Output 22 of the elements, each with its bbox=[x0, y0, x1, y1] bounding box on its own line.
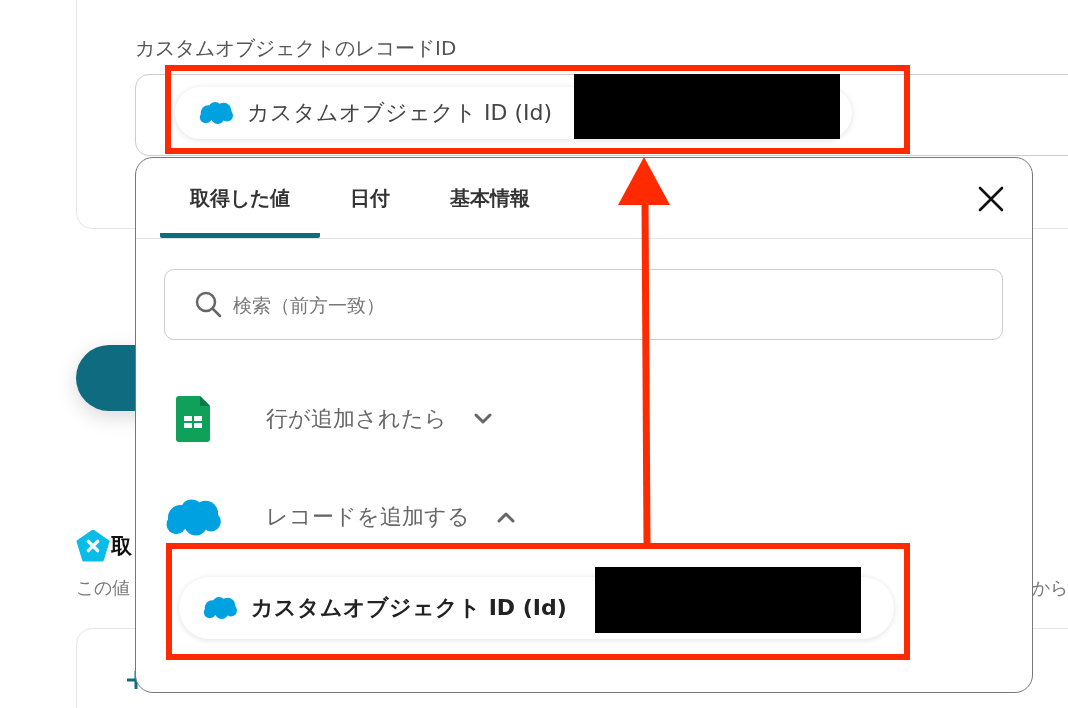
variable-icon bbox=[76, 530, 110, 562]
chevron-down-icon[interactable] bbox=[473, 413, 493, 425]
group-label[interactable]: 行が追加されたら bbox=[266, 404, 447, 434]
tab[interactable]: 基本情報 bbox=[420, 158, 560, 238]
search-field[interactable]: 検索（前方一致） bbox=[164, 269, 1003, 340]
description-text: から bbox=[1032, 576, 1068, 600]
record-id-field[interactable]: カスタムオブジェクト ID (Id) bbox=[135, 74, 1068, 156]
description-text: この値 bbox=[76, 576, 130, 600]
chip-label: カスタムオブジェクト ID (Id) bbox=[247, 99, 553, 127]
tab[interactable]: 取得した値 bbox=[160, 158, 320, 238]
tab[interactable]: 日付 bbox=[320, 158, 420, 238]
chevron-up-icon[interactable] bbox=[496, 511, 516, 523]
group-label[interactable]: レコードを追加する bbox=[266, 502, 470, 532]
search-icon bbox=[194, 290, 222, 318]
cloud-icon bbox=[203, 596, 237, 620]
section-heading: 取 bbox=[111, 535, 132, 557]
cloud-icon bbox=[165, 497, 221, 537]
field-label: カスタムオブジェクトのレコードID bbox=[135, 35, 458, 62]
chip-label: カスタムオブジェクト ID (Id) bbox=[251, 594, 567, 622]
close-icon[interactable] bbox=[978, 186, 1004, 212]
cloud-icon bbox=[199, 101, 233, 125]
spreadsheet-icon bbox=[176, 396, 210, 442]
